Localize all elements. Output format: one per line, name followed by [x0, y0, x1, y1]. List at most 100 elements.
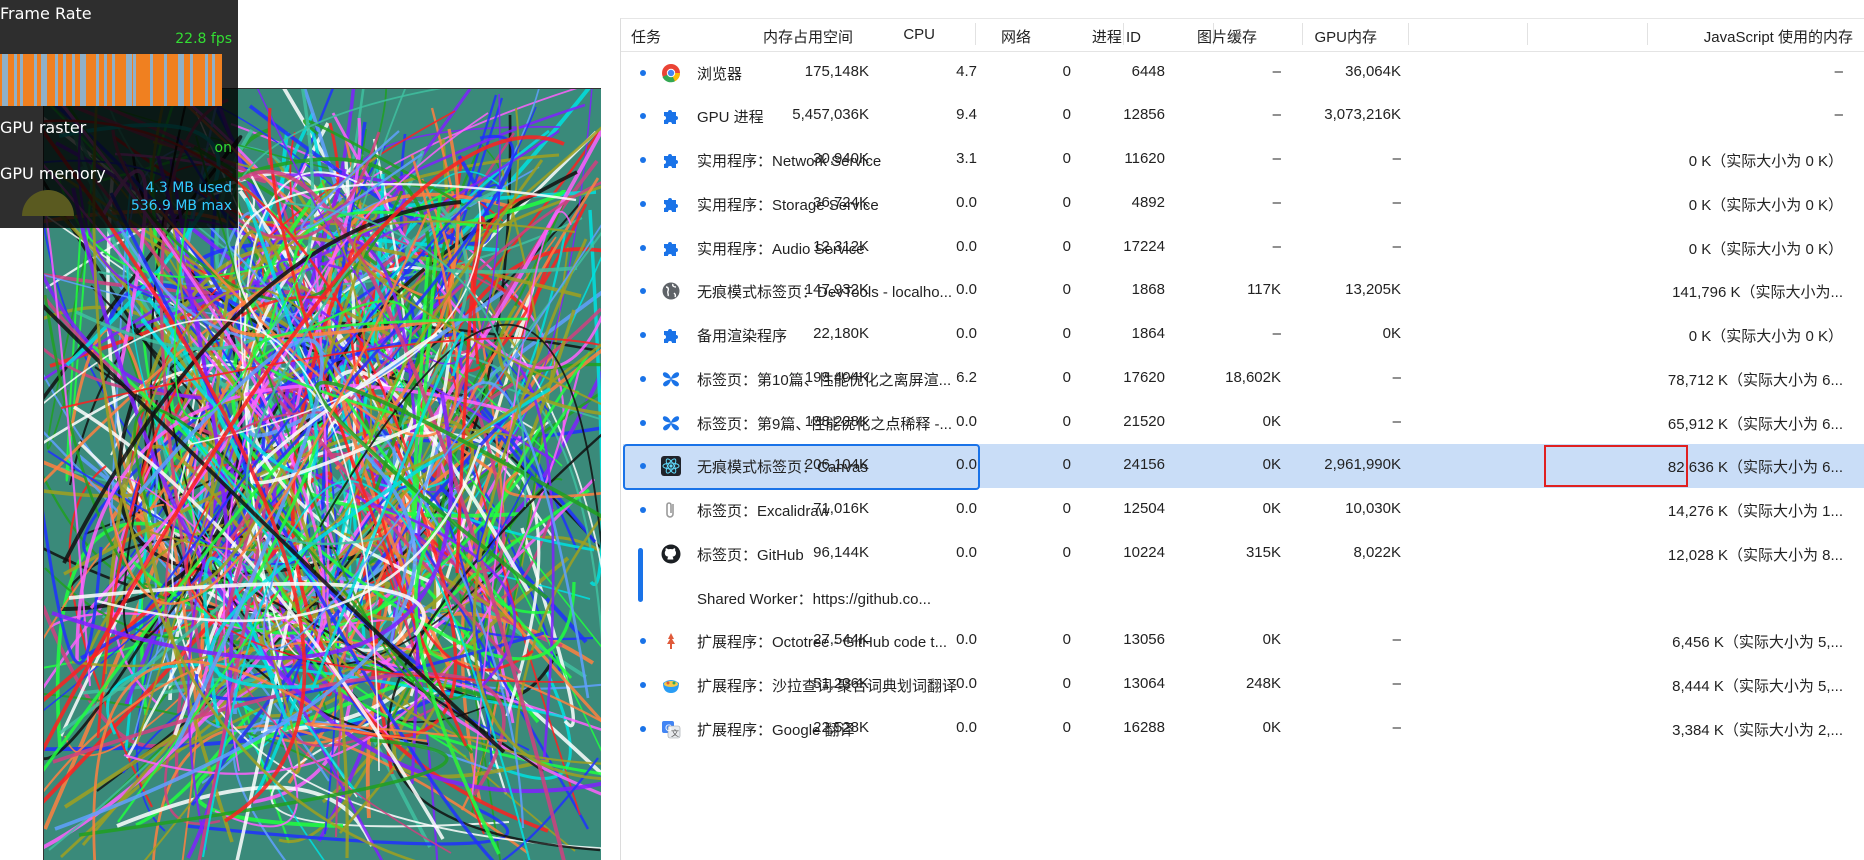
column-header-js-memory[interactable]: JavaScript 使用的内存 [1704, 26, 1853, 47]
frame-bar [150, 54, 153, 106]
task-js-cell: 8,444 K（实际大小为 5,... [1672, 678, 1843, 695]
column-header-pid[interactable]: 进程 ID [1092, 26, 1141, 47]
task-img-cell: 0K [1262, 413, 1281, 430]
column-divider[interactable] [1408, 23, 1409, 45]
task-js-cell: 78,712 K（实际大小为 6... [1667, 372, 1843, 389]
task-cpu-cell: 3.1 [956, 150, 977, 167]
task-pid-cell: 21520 [1123, 413, 1165, 430]
task-net-cell: 0 [1062, 150, 1071, 167]
task-pid-cell: 4892 [1131, 194, 1165, 211]
task-row[interactable]: 无痕模式标签页：DevTools - localho... 147,932K 0.0… [623, 269, 1864, 313]
task-gpu-cell: – [1392, 194, 1401, 211]
column-header-task[interactable]: 任务 [631, 26, 661, 47]
task-row[interactable]: 扩展程序：沙拉查词-聚合词典划词翻译 51,236K 0.0 0 13064 248K –8… [623, 663, 1864, 707]
task-js-cell: – [1834, 106, 1843, 123]
task-js-cell: 0 K（实际大小为 0 K） [1688, 153, 1843, 170]
task-row[interactable]: 实用程序：Network Service 30,940K 3.1 0 11620– –0 … [623, 138, 1864, 182]
frame-rate-label: Frame Rate [0, 4, 92, 23]
status-dot [640, 332, 646, 338]
task-mem-cell: 22,528K [813, 719, 869, 736]
frame-bar [178, 54, 184, 106]
task-pid-cell: 1868 [1131, 281, 1165, 298]
gpu-memory-highlight-box [1544, 445, 1688, 487]
column-header-memory[interactable]: 内存占用空间 [763, 26, 853, 47]
task-row[interactable]: 备用渲染程序 22,180K 0.0 0 1864–0K 0 K（实际大小为 0 K） [623, 313, 1864, 357]
task-js-cell: 3,384 K（实际大小为 2,... [1672, 722, 1843, 739]
task-gpu-cell: 36,064K [1345, 63, 1401, 80]
task-gpu-cell: 3,073,216K [1324, 106, 1401, 123]
task-cpu-cell: 0.0 [956, 675, 977, 692]
status-dot [640, 463, 646, 469]
task-net-cell: 0 [1062, 369, 1071, 386]
task-gpu-cell: 2,961,990K [1324, 456, 1401, 473]
task-net-cell: 0 [1062, 106, 1071, 123]
column-header-gpu-memory[interactable]: GPU内存 [1314, 26, 1377, 47]
puzzle-icon [661, 238, 681, 258]
task-net-cell: 0 [1062, 675, 1071, 692]
frame-bar [41, 54, 47, 106]
column-divider[interactable] [1527, 23, 1528, 45]
task-cpu-cell: 0.0 [956, 631, 977, 648]
task-pid-cell: 17224 [1123, 238, 1165, 255]
task-gpu-cell: 13,205K [1345, 281, 1401, 298]
task-row[interactable]: 浏览器 175,148K 4.7 0 6448–36,064K – [623, 51, 1864, 95]
task-row[interactable]: 标签页：GitHub 96,144K 0.0 0 10224 315K 8,022K 12,0… [623, 532, 1864, 576]
frame-bar [133, 54, 136, 106]
gpu-memory-label: GPU memory [0, 164, 106, 183]
task-gpu-cell: 10,030K [1345, 500, 1401, 517]
column-header-network[interactable]: 网络 [1001, 26, 1031, 47]
task-cpu-cell: 0.0 [956, 194, 977, 211]
task-cpu-cell: 6.2 [956, 369, 977, 386]
task-cpu-cell: 0.0 [956, 325, 977, 342]
task-row[interactable]: 标签页：第9篇、性能优化之点稀释 -... 138,228K 0.0 0 21520 0K… [623, 401, 1864, 445]
task-gpu-cell: – [1392, 631, 1401, 648]
task-net-cell: 0 [1062, 719, 1071, 736]
task-img-cell: – [1272, 238, 1281, 255]
frame-rate-value: 22.8 fps [175, 31, 232, 47]
column-divider[interactable] [1647, 23, 1648, 45]
task-mem-cell: 22,180K [813, 325, 869, 342]
frame-bar [63, 54, 66, 106]
task-img-cell: – [1272, 63, 1281, 80]
gpu-memory-max: 536.9 MB max [130, 198, 232, 214]
frame-bar [20, 54, 23, 106]
frame-rate-histogram [0, 54, 222, 106]
task-row[interactable]: 扩展程序：Octotree - GitHub code t... 27,544K 0… [623, 619, 1864, 663]
column-divider[interactable] [1302, 23, 1303, 45]
task-row[interactable]: 无痕模式标签页：Canvas 206,104K 0.0 0 24156 0K 2,961,9… [623, 444, 1864, 490]
task-js-cell: 65,912 K（实际大小为 6... [1667, 416, 1843, 433]
task-row[interactable]: Shared Worker：https://github.co... [623, 576, 1864, 620]
task-net-cell: 0 [1062, 325, 1071, 342]
task-img-cell: – [1272, 150, 1281, 167]
task-row[interactable]: 标签页：第10篇、性能优化之离屏渲... 193,404K 6.2 0 17620 18,… [623, 357, 1864, 401]
task-row[interactable]: 实用程序：Storage Service 36,724K 0.0 0 4892– –0 K… [623, 182, 1864, 226]
task-gpu-cell: – [1392, 369, 1401, 386]
task-img-cell: – [1272, 194, 1281, 211]
task-row[interactable]: GPU 进程 5,457,036K 9.4 0 12856–3,073,216K – [623, 94, 1864, 138]
task-gpu-cell: – [1392, 675, 1401, 692]
column-divider[interactable] [975, 23, 976, 45]
task-pid-cell: 12856 [1123, 106, 1165, 123]
canvas-page: Frame Rate 22.8 fps GPU raster on GPU me… [0, 0, 601, 860]
task-cpu-cell: 0.0 [956, 500, 977, 517]
task-img-cell: – [1272, 106, 1281, 123]
frame-bar [34, 54, 37, 106]
task-row[interactable]: 标签页：Excalidraw 71,016K 0.0 0 12504 0K 10,030K 1… [623, 488, 1864, 532]
gpu-memory-gauge [22, 190, 74, 216]
github-icon [661, 544, 681, 564]
status-dot [640, 420, 646, 426]
task-mem-cell: 5,457,036K [792, 106, 869, 123]
table-header: 任务 内存占用空间 CPU 网络 进程 ID 图片缓存 GPU内存 JavaSc… [621, 19, 1864, 52]
task-row[interactable]: 实用程序：Audio Service 12,312K 0.0 0 17224– –0 K（… [623, 226, 1864, 270]
react-icon [661, 456, 681, 476]
frame-bar [80, 54, 86, 106]
task-row[interactable]: G 文扩展程序：Google 翻译 22,528K 0.0 0 16288 0K –3,384… [623, 707, 1864, 751]
task-pid-cell: 10224 [1123, 544, 1165, 561]
column-header-cpu[interactable]: CPU [903, 26, 935, 43]
task-cpu-cell: 0.0 [956, 238, 977, 255]
svg-text:文: 文 [671, 728, 679, 738]
task-img-cell: 0K [1262, 719, 1281, 736]
frame-bar [212, 54, 215, 106]
task-net-cell: 0 [1062, 238, 1071, 255]
column-header-image-cache[interactable]: 图片缓存 [1197, 26, 1257, 47]
